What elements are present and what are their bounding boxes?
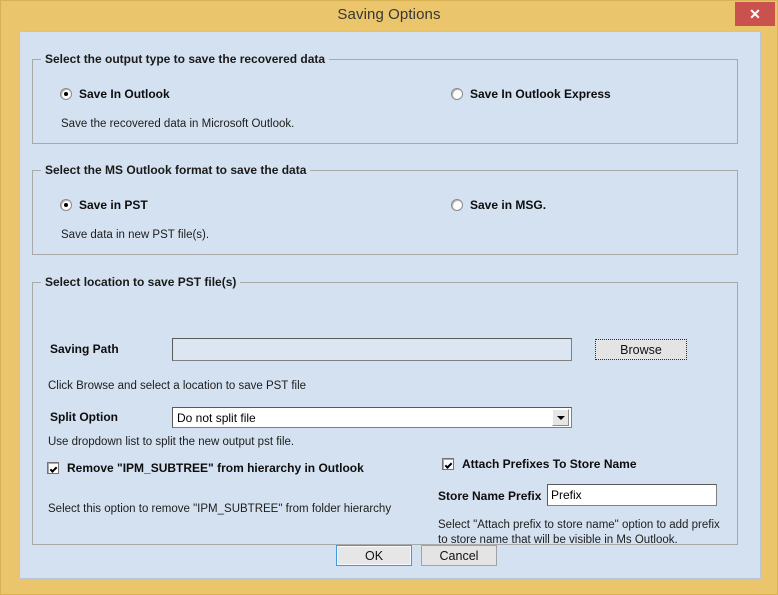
split-option-dropdown[interactable]: Do not split file bbox=[172, 407, 572, 428]
radio-save-in-msg[interactable]: Save in MSG. bbox=[451, 198, 546, 212]
radio-save-in-outlook-express[interactable]: Save In Outlook Express bbox=[451, 87, 611, 101]
store-name-prefix-label: Store Name Prefix bbox=[438, 489, 542, 503]
group-output-type-legend: Select the output type to save the recov… bbox=[41, 52, 330, 66]
group-output-type: Select the output type to save the recov… bbox=[32, 52, 738, 144]
checkbox-attach-prefixes[interactable]: Attach Prefixes To Store Name bbox=[442, 457, 637, 471]
checkbox-label-attach-prefixes: Attach Prefixes To Store Name bbox=[462, 457, 637, 471]
group-outlook-format-legend: Select the MS Outlook format to save the… bbox=[41, 163, 311, 177]
attach-prefixes-hint: Select "Attach prefix to store name" opt… bbox=[438, 519, 720, 546]
radio-indicator-save-in-outlook bbox=[60, 88, 72, 100]
dialog-body: Select the output type to save the recov… bbox=[19, 31, 761, 579]
checkbox-label-remove-ipm-subtree: Remove "IPM_SUBTREE" from hierarchy in O… bbox=[67, 461, 364, 475]
split-option-hint: Use dropdown list to split the new outpu… bbox=[48, 436, 295, 448]
group-save-location-legend: Select location to save PST file(s) bbox=[41, 275, 241, 289]
chevron-down-icon[interactable] bbox=[552, 409, 569, 426]
checkbox-remove-ipm-subtree[interactable]: Remove "IPM_SUBTREE" from hierarchy in O… bbox=[47, 461, 364, 475]
saving-path-label: Saving Path bbox=[50, 342, 119, 356]
outlook-format-hint: Save data in new PST file(s). bbox=[61, 229, 210, 241]
radio-label-save-in-pst: Save in PST bbox=[79, 198, 148, 212]
radio-save-in-pst[interactable]: Save in PST bbox=[60, 198, 148, 212]
close-icon[interactable]: ✕ bbox=[735, 2, 775, 26]
split-option-value: Do not split file bbox=[177, 410, 256, 425]
ok-button[interactable]: OK bbox=[336, 545, 412, 566]
radio-indicator-save-in-outlook-express bbox=[451, 88, 463, 100]
saving-options-window: Saving Options ✕ Select the output type … bbox=[0, 0, 778, 595]
window-title: Saving Options bbox=[337, 6, 441, 23]
cancel-button[interactable]: Cancel bbox=[421, 545, 497, 566]
split-option-label: Split Option bbox=[50, 410, 118, 424]
browse-hint: Click Browse and select a location to sa… bbox=[48, 380, 307, 392]
store-name-prefix-input[interactable] bbox=[547, 484, 717, 506]
group-outlook-format: Select the MS Outlook format to save the… bbox=[32, 163, 738, 255]
output-type-hint: Save the recovered data in Microsoft Out… bbox=[61, 118, 295, 130]
radio-save-in-outlook[interactable]: Save In Outlook bbox=[60, 87, 170, 101]
radio-indicator-save-in-pst bbox=[60, 199, 72, 211]
saving-path-input[interactable] bbox=[172, 338, 572, 361]
radio-label-save-in-outlook: Save In Outlook bbox=[79, 87, 170, 101]
browse-button[interactable]: Browse bbox=[595, 339, 687, 360]
title-bar: Saving Options ✕ bbox=[1, 1, 777, 31]
radio-indicator-save-in-msg bbox=[451, 199, 463, 211]
radio-label-save-in-msg: Save in MSG. bbox=[470, 198, 547, 212]
checkbox-indicator-remove-ipm-subtree bbox=[47, 462, 59, 474]
checkbox-indicator-attach-prefixes bbox=[442, 458, 454, 470]
remove-ipm-subtree-hint: Select this option to remove "IPM_SUBTRE… bbox=[48, 503, 392, 515]
radio-label-save-in-outlook-express: Save In Outlook Express bbox=[470, 87, 611, 101]
